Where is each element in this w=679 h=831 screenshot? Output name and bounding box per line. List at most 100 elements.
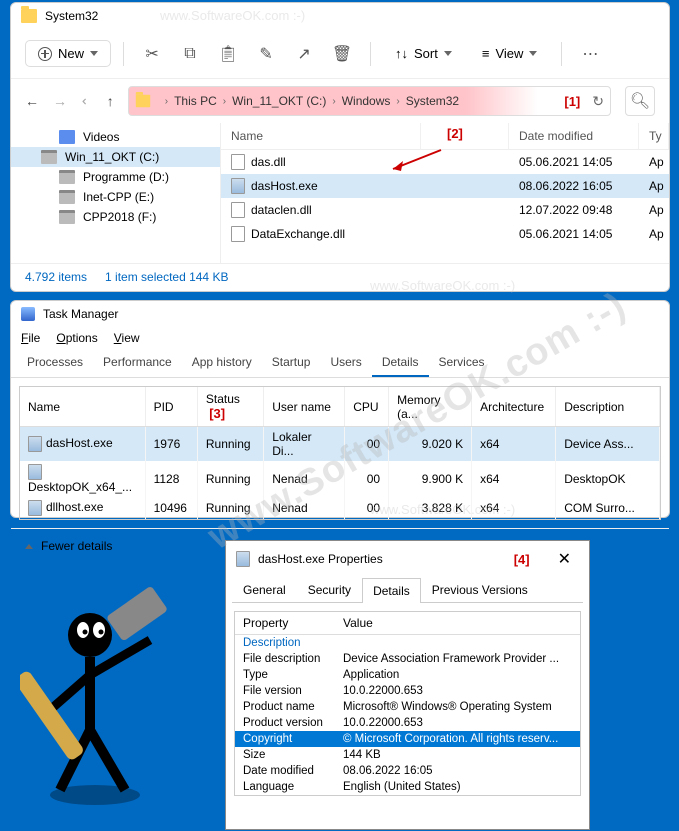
property-row[interactable]: Date modified08.06.2022 16:05 [235,763,580,779]
cell: 9.900 K [389,461,472,497]
cell: 1128 [145,461,197,497]
property-row[interactable]: Product version10.0.22000.653 [235,715,580,731]
file-list: Name [2] Date modified Ty das.dll05.06.2… [221,123,669,263]
col-modified[interactable]: Date modified [509,123,639,149]
more-icon[interactable]: ⋯ [574,38,606,70]
column-header[interactable]: CPU [345,387,389,427]
cell: Lokaler Di... [264,427,345,462]
sidebar-item[interactable]: CPP2018 (F:) [11,207,220,227]
property-row[interactable]: LanguageEnglish (United States) [235,779,580,795]
tab[interactable]: Previous Versions [421,577,539,602]
up-button[interactable]: ↑ [107,93,114,109]
breadcrumb-item[interactable]: System32 [406,94,459,108]
process-row[interactable]: dasHost.exe1976RunningLokaler Di...009.0… [20,427,660,462]
cell: 3.828 K [389,497,472,519]
tab[interactable]: Users [320,349,371,377]
file-row[interactable]: dataclen.dll12.07.2022 09:48Ap [221,198,669,222]
sidebar-item[interactable]: Videos [11,127,220,147]
breadcrumb-item[interactable]: Win_11_OKT (C:) [232,94,326,108]
column-header[interactable]: Name [20,387,145,427]
sort-button[interactable]: ↑↓ Sort [383,41,464,66]
menu-item[interactable]: Options [56,331,97,345]
property-row[interactable]: Product nameMicrosoft® Windows® Operatin… [235,699,580,715]
tab[interactable]: Details [362,578,421,603]
annotation-1: [1] [564,94,580,109]
exe-icon [236,551,250,567]
sort-icon: ↑↓ [395,46,408,61]
close-button[interactable]: ✕ [550,549,579,569]
menu-item[interactable]: File [21,331,40,345]
paste-icon[interactable]: 📋︎ [212,38,244,70]
sort-label: Sort [414,46,438,61]
file-row[interactable]: das.dll05.06.2021 14:05Ap [221,150,669,174]
col-type[interactable]: Ty [639,123,669,149]
breadcrumb-item[interactable]: Windows [342,94,391,108]
copy-icon[interactable]: ⧉ [174,38,206,70]
back-button[interactable]: ← [25,93,39,109]
tab[interactable]: App history [182,349,262,377]
column-header[interactable]: Memory (a... [389,387,472,427]
tab[interactable]: Services [429,349,495,377]
prop-name: Product name [235,699,335,715]
stick-figure-hammer [20,580,220,810]
exe-icon [28,500,42,516]
cut-icon[interactable]: ✂ [136,38,168,70]
file-row[interactable]: DataExchange.dll05.06.2021 14:05Ap [221,222,669,246]
breadcrumb[interactable]: › This PC › Win_11_OKT (C:) › Windows › … [128,86,611,116]
tab[interactable]: Performance [93,349,182,377]
column-header[interactable]: Status [3] [197,387,263,427]
refresh-icon[interactable]: ↻ [592,93,604,110]
forward-button[interactable]: → [53,93,67,109]
prop-value: English (United States) [335,779,580,795]
menu-item[interactable]: View [114,331,140,345]
tab[interactable]: Security [297,577,362,602]
property-row[interactable]: Size144 KB [235,747,580,763]
process-row[interactable]: dllhost.exe10496RunningNenad003.828 Kx64… [20,497,660,519]
folder-icon [21,9,37,23]
cell: dllhost.exe [20,497,145,519]
prop-value: 10.0.22000.653 [335,715,580,731]
new-button[interactable]: New [25,40,111,67]
process-row[interactable]: DesktopOK_x64_...1128RunningNenad009.900… [20,461,660,497]
column-header[interactable]: PID [145,387,197,427]
property-row[interactable]: File descriptionDevice Association Frame… [235,651,580,667]
sidebar-item[interactable]: Inet-CPP (E:) [11,187,220,207]
file-row[interactable]: dasHost.exe08.06.2022 16:05Ap [221,174,669,198]
delete-icon[interactable]: 🗑︎ [326,38,358,70]
sidebar-item[interactable]: Win_11_OKT (C:) [11,147,220,167]
share-icon[interactable]: ↗ [288,38,320,70]
prop-value: 08.06.2022 16:05 [335,763,580,779]
prop-value: 10.0.22000.653 [335,683,580,699]
prop-name: File version [235,683,335,699]
property-row[interactable]: TypeApplication [235,667,580,683]
cell: x64 [472,427,556,462]
rename-icon[interactable]: ✎ [250,38,282,70]
fewer-details-button[interactable]: Fewer details [41,539,112,553]
tab[interactable]: Details [372,349,429,377]
col-name[interactable]: Name [221,123,421,149]
recent-button[interactable]: ⌄ [78,95,95,107]
tab[interactable]: General [232,577,297,602]
tab[interactable]: Startup [262,349,321,377]
view-button[interactable]: ≡ View [470,41,550,66]
column-header[interactable]: User name [264,387,345,427]
view-icon: ≡ [482,46,490,61]
folder-icon [136,95,150,108]
sidebar-item[interactable]: Programme (D:) [11,167,220,187]
status-selected: 1 item selected 144 KB [105,270,228,284]
drive-icon [59,210,75,224]
tab[interactable]: Processes [17,349,93,377]
property-row[interactable]: File version10.0.22000.653 [235,683,580,699]
search-button[interactable]: 🔍︎ [625,86,655,116]
column-header[interactable]: Architecture [472,387,556,427]
file-name: das.dll [251,155,286,169]
window-title: Task Manager [43,307,118,321]
column-header[interactable]: Description [556,387,660,427]
video-icon [59,130,75,144]
cell: Running [197,497,263,519]
file-type: Ap [639,225,669,243]
file-type: Ap [639,177,669,195]
prop-value: 144 KB [335,747,580,763]
breadcrumb-item[interactable]: This PC [174,94,217,108]
property-row[interactable]: Copyright© Microsoft Corporation. All ri… [235,731,580,747]
